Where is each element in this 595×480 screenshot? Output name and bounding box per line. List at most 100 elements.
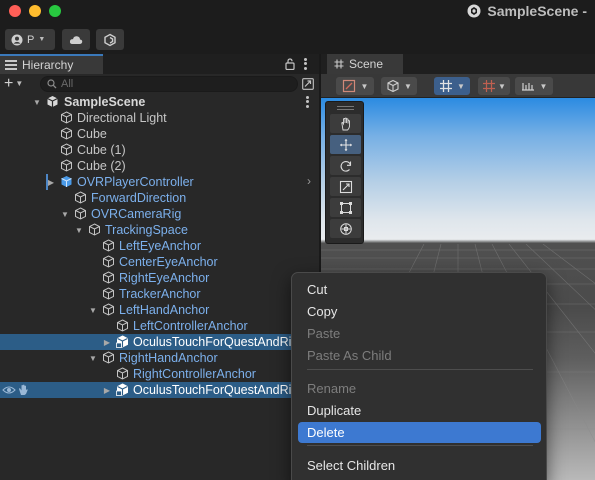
- scene-root-row[interactable]: ▼ SampleScene: [0, 94, 320, 110]
- menu-item-rename: Rename: [307, 381, 357, 396]
- ruler-snap-dropdown[interactable]: ▼: [515, 77, 553, 95]
- hierarchy-row-label: OculusTouchForQuestAndRi: [133, 335, 292, 349]
- hierarchy-row[interactable]: TrackerAnchor: [0, 286, 320, 302]
- grid-snapping-dropdown[interactable]: ▼: [434, 77, 470, 95]
- view-tool-button[interactable]: [330, 114, 361, 133]
- menu-item-delete[interactable]: Delete: [298, 422, 541, 443]
- tab-scene[interactable]: Scene: [327, 54, 403, 74]
- hierarchy-row-label: TrackingSpace: [105, 223, 188, 237]
- hierarchy-row-label: ForwardDirection: [91, 191, 187, 205]
- chevron-down-icon: ▼: [404, 81, 412, 91]
- rect-transform-icon: [339, 201, 352, 214]
- hierarchy-row[interactable]: ▼ OVRCameraRig: [0, 206, 320, 222]
- pickable-hand-icon[interactable]: [18, 384, 29, 396]
- chevron-down-icon[interactable]: ▼: [32, 94, 42, 110]
- collab-icon: [104, 33, 116, 46]
- hierarchy-row[interactable]: ▶ OculusTouchForQuestAndRi: [0, 382, 320, 398]
- gameobject-icon: [60, 159, 73, 172]
- move-tool-button[interactable]: [330, 135, 361, 154]
- hierarchy-row-label: LeftHandAnchor: [119, 303, 210, 317]
- palette-drag-handle[interactable]: [337, 106, 354, 110]
- scene-menu-icon[interactable]: [305, 95, 309, 109]
- chevron-down-icon[interactable]: ▼: [88, 302, 98, 318]
- scale-icon: [339, 180, 352, 193]
- chevron-down-icon[interactable]: ▼: [74, 222, 84, 238]
- move-arrows-icon: [339, 138, 352, 151]
- scale-tool-button[interactable]: [330, 177, 361, 196]
- ruler-icon: [521, 83, 534, 91]
- scene-tool-palette: [325, 101, 364, 244]
- menu-item-duplicate[interactable]: Duplicate: [298, 400, 541, 421]
- hierarchy-row-label: LeftControllerAnchor: [133, 319, 248, 333]
- rotate-tool-button[interactable]: [330, 156, 361, 175]
- chevron-down-icon[interactable]: ▼: [60, 206, 70, 222]
- hierarchy-row-label: Cube: [77, 127, 107, 141]
- gameobject-icon: [116, 367, 129, 380]
- menu-item-select-children[interactable]: Select Children: [298, 455, 541, 476]
- chevron-down-icon: ▼: [457, 81, 465, 91]
- gameobject-icon: [88, 223, 101, 236]
- hierarchy-row[interactable]: Cube: [0, 126, 320, 142]
- hierarchy-row[interactable]: ▼ LeftHandAnchor: [0, 302, 320, 318]
- prefab-variant-icon: [116, 335, 129, 348]
- hierarchy-row[interactable]: ▼ TrackingSpace: [0, 222, 320, 238]
- hierarchy-row[interactable]: ▶ OculusTouchForQuestAndRi: [0, 334, 320, 350]
- gameobject-icon: [74, 207, 87, 220]
- chevron-down-icon: ▼: [539, 81, 548, 91]
- hierarchy-row[interactable]: Cube (2): [0, 158, 320, 174]
- tab-hierarchy[interactable]: Hierarchy: [0, 54, 103, 74]
- hierarchy-row[interactable]: LeftControllerAnchor: [0, 318, 320, 334]
- hand-icon: [340, 117, 350, 130]
- hierarchy-row-label: Cube (1): [77, 143, 126, 157]
- draw-mode-dropdown[interactable]: ▼: [336, 77, 374, 95]
- plus-icon: +: [4, 75, 14, 92]
- chevron-down-icon: ▼: [15, 79, 24, 88]
- chevron-down-icon: ▼: [360, 81, 369, 91]
- grid-icon: [440, 80, 453, 92]
- menu-item-paste-as-child: Paste As Child: [307, 348, 392, 363]
- hierarchy-row[interactable]: RightEyeAnchor: [0, 270, 320, 286]
- chevron-right-icon[interactable]: ▶: [102, 334, 112, 350]
- visibility-eye-icon[interactable]: [2, 385, 16, 395]
- menu-item-copy[interactable]: Copy: [298, 301, 541, 322]
- close-window-button[interactable]: [9, 5, 21, 17]
- lock-icon[interactable]: [285, 58, 295, 70]
- collab-button[interactable]: [96, 29, 124, 50]
- transform-tool-button[interactable]: [330, 219, 361, 238]
- chevron-down-icon[interactable]: ▼: [88, 350, 98, 366]
- hierarchy-row[interactable]: CenterEyeAnchor: [0, 254, 320, 270]
- create-button[interactable]: + ▼: [4, 76, 30, 92]
- account-label: P: [27, 33, 35, 46]
- hierarchy-row[interactable]: ▼ RightHandAnchor: [0, 350, 320, 366]
- hierarchy-row[interactable]: Directional Light: [0, 110, 320, 126]
- gameobject-icon: [60, 111, 73, 124]
- hierarchy-row[interactable]: LeftEyeAnchor: [0, 238, 320, 254]
- cloud-icon: [69, 35, 83, 44]
- hierarchy-row[interactable]: RightControllerAnchor: [0, 366, 320, 382]
- scene-visibility-filter-icon[interactable]: [302, 78, 314, 90]
- rect-tool-button[interactable]: [330, 198, 361, 217]
- tab-scene-label: Scene: [349, 57, 384, 71]
- cloud-button[interactable]: [62, 29, 90, 50]
- title-bar: SampleScene -: [0, 0, 595, 26]
- hierarchy-search-input[interactable]: All: [40, 76, 298, 92]
- chevron-right-icon[interactable]: ›: [307, 174, 311, 188]
- hierarchy-row[interactable]: ForwardDirection: [0, 190, 320, 206]
- hierarchy-row-label: OVRCameraRig: [91, 207, 182, 221]
- menu-item-cut[interactable]: Cut: [298, 279, 541, 300]
- hierarchy-row[interactable]: ▶ OVRPlayerController ›: [0, 174, 320, 190]
- render-mode-dropdown[interactable]: ▼: [381, 77, 417, 95]
- zoom-window-button[interactable]: [49, 5, 61, 17]
- minimize-window-button[interactable]: [29, 5, 41, 17]
- hierarchy-row-label: SampleScene: [64, 95, 146, 109]
- gameobject-icon: [116, 319, 129, 332]
- increment-snap-dropdown[interactable]: ▼: [478, 77, 510, 95]
- panel-menu-icon[interactable]: [303, 57, 307, 71]
- hierarchy-row-label: OVRPlayerController: [77, 175, 194, 189]
- hierarchy-row[interactable]: Cube (1): [0, 142, 320, 158]
- scene-grid-icon: [334, 59, 344, 69]
- hierarchy-row-label: RightControllerAnchor: [133, 367, 256, 381]
- menu-separator: [307, 445, 533, 446]
- account-button[interactable]: P ▼: [5, 29, 55, 50]
- chevron-right-icon[interactable]: ▶: [102, 382, 112, 398]
